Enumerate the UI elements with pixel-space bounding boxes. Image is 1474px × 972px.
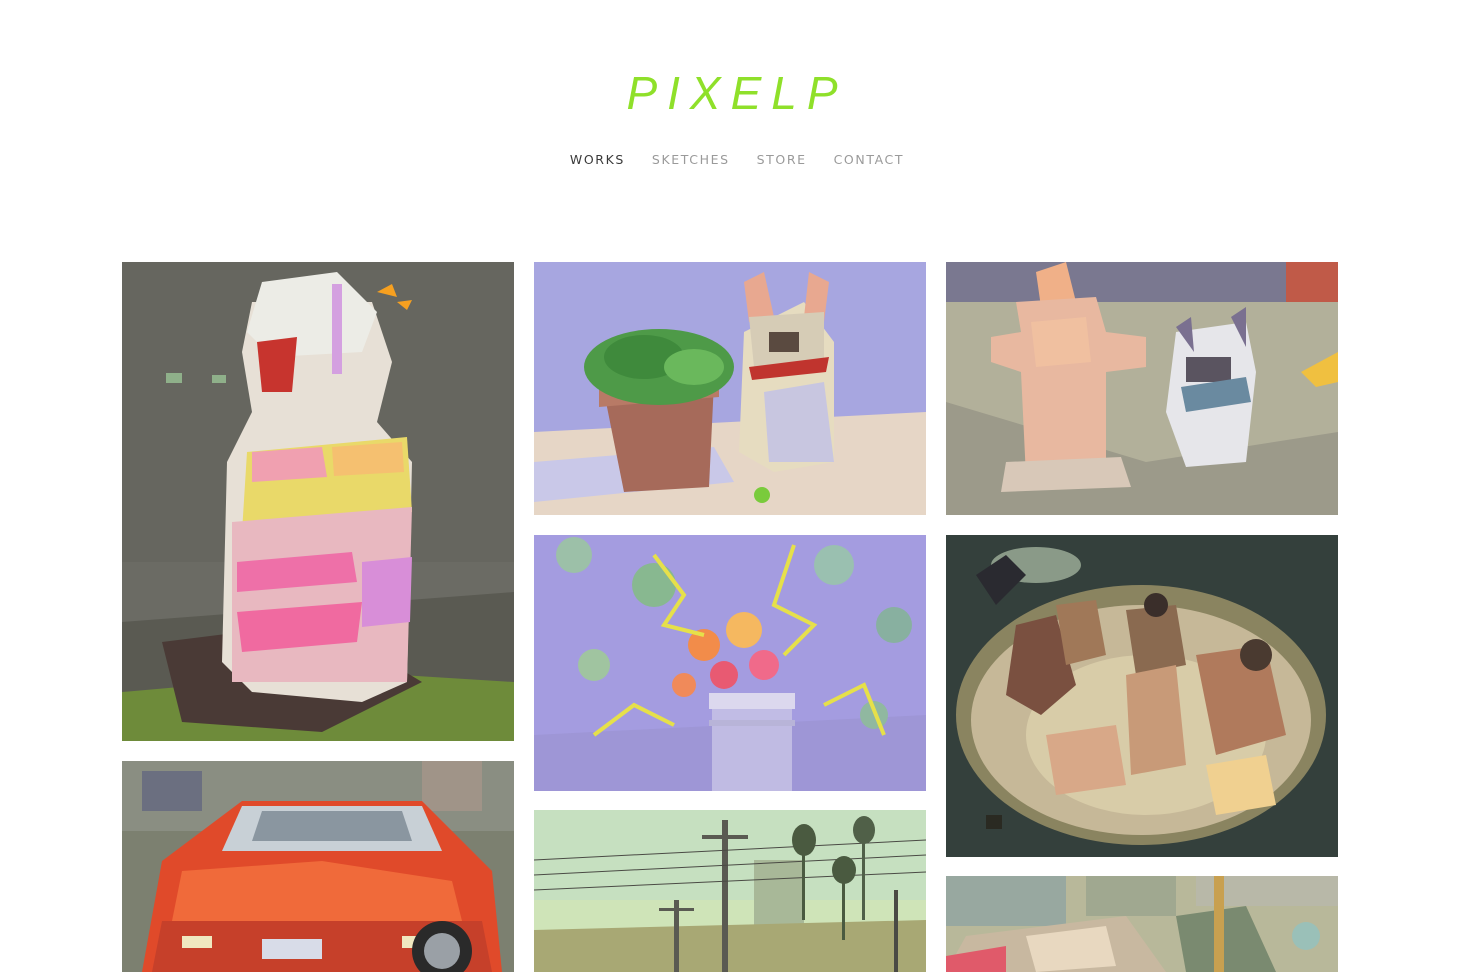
nav-item-sketches[interactable]: SKETCHES	[652, 152, 730, 167]
main-nav: WORKS SKETCHES STORE CONTACT	[0, 152, 1474, 167]
artwork-thumbnail-hot-tub[interactable]	[946, 535, 1338, 857]
artwork-thumbnail-street-powerlines[interactable]	[534, 810, 926, 972]
site-logo[interactable]: PIXELP	[0, 66, 1474, 120]
artwork-bulldog-plant-image	[534, 262, 926, 515]
nav-item-works[interactable]: WORKS	[570, 152, 625, 167]
artwork-thumbnail-red-corvette[interactable]	[122, 761, 514, 972]
nav-item-store[interactable]: STORE	[757, 152, 807, 167]
artwork-thumbnail-abstract-street[interactable]	[946, 876, 1338, 972]
artwork-yogurt-bottle-image	[122, 262, 514, 741]
artwork-thumbnail-flowers-jar[interactable]	[534, 535, 926, 791]
artwork-street-powerlines-image	[534, 810, 926, 972]
artwork-flowers-jar-image	[534, 535, 926, 791]
artwork-hot-tub-image	[946, 535, 1338, 857]
artwork-thumbnail-yogurt-bottle[interactable]	[122, 262, 514, 741]
artwork-thumbnail-bulldog-plant[interactable]	[534, 262, 926, 515]
nav-item-contact[interactable]: CONTACT	[834, 152, 904, 167]
artwork-bulldog-hydrant-image	[946, 262, 1338, 515]
artwork-red-corvette-image	[122, 761, 514, 972]
site-header: PIXELP WORKS SKETCHES STORE CONTACT	[0, 0, 1474, 230]
artwork-thumbnail-bulldog-hydrant[interactable]	[946, 262, 1338, 515]
artwork-abstract-street-image	[946, 876, 1338, 972]
